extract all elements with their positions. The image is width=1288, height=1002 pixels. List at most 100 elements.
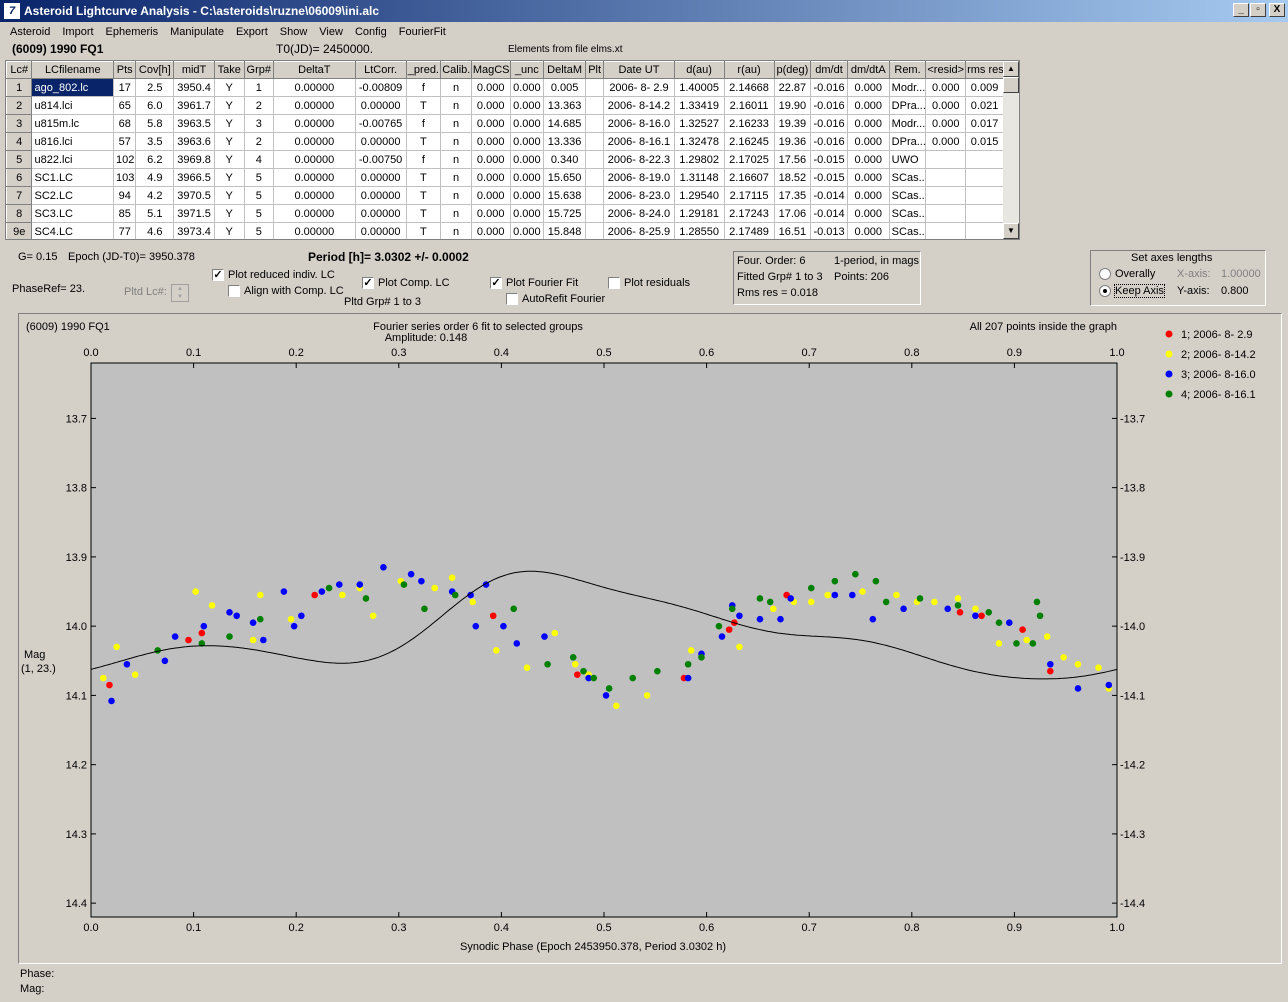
table-cell[interactable]: 0.00000 (273, 132, 356, 151)
table-cell[interactable] (585, 96, 605, 115)
table-cell[interactable]: 1.33419 (674, 96, 725, 115)
table-cell[interactable]: 17.35 (774, 186, 812, 205)
column-header[interactable]: LtCorr. (354, 61, 407, 79)
table-cell[interactable]: 0.00000 (355, 204, 407, 223)
table-cell[interactable]: u815m.lc (31, 114, 115, 133)
table-cell[interactable]: Modr... (889, 78, 927, 97)
table-cell[interactable]: 0.00000 (273, 96, 356, 115)
table-cell[interactable]: 0.000 (510, 114, 545, 133)
table-row[interactable]: 7 SC2.LC 94 4.2 3970.5 Y 5 0.00000 0.00000 Tn 0.00… (6, 186, 1004, 205)
table-cell[interactable]: 14.685 (543, 114, 586, 133)
table-cell[interactable]: 5 (244, 222, 275, 239)
row-header[interactable]: 3 (6, 114, 33, 133)
table-cell[interactable]: Y (214, 96, 245, 115)
table-cell[interactable]: 1 (244, 78, 275, 97)
table-cell[interactable]: Y (214, 186, 245, 205)
table-row[interactable]: 1 ago_802.lc 17 2.5 3950.4 Y 1 0.00000 -0.00809 f… (6, 78, 1004, 97)
table-cell[interactable]: Y (214, 150, 245, 169)
table-row[interactable]: 2 u814.lci 65 6.0 3961.7 Y 2 0.00000 0.00000 Tn 0.… (6, 96, 1004, 115)
table-cell[interactable]: -0.00750 (355, 150, 407, 169)
table-cell[interactable]: 94 (113, 186, 137, 205)
table-cell[interactable]: 0.000 (510, 150, 545, 169)
table-cell[interactable]: -0.016 (810, 96, 848, 115)
table-cell[interactable] (925, 186, 967, 205)
table-cell[interactable]: 5.8 (135, 114, 175, 133)
table-cell[interactable]: 0.000 (925, 78, 967, 97)
table-cell[interactable]: 77 (113, 222, 137, 239)
table-cell[interactable]: n (440, 186, 472, 205)
menu-ephemeris[interactable]: Ephemeris (100, 26, 165, 38)
table-cell[interactable]: 0.00000 (273, 78, 356, 97)
table-cell[interactable]: 0.00000 (355, 168, 407, 187)
table-cell[interactable]: 6.2 (135, 150, 175, 169)
table-cell[interactable]: 0.000 (847, 150, 890, 169)
table-cell[interactable]: 2 (244, 96, 275, 115)
table-cell[interactable]: 0.017 (965, 114, 1004, 133)
table-cell[interactable]: 13.336 (543, 132, 586, 151)
table-cell[interactable] (965, 204, 1004, 223)
table-cell[interactable]: 0.000 (471, 78, 511, 97)
column-header[interactable]: Lc# (6, 61, 33, 79)
minimize-button[interactable]: _ (1233, 3, 1249, 17)
table-cell[interactable]: T (406, 204, 442, 223)
table-cell[interactable]: DPra... (889, 96, 927, 115)
table-row[interactable]: 5 u822.lci 102 6.2 3969.8 Y 4 0.00000 -0.00750 f n… (6, 150, 1004, 169)
row-header[interactable]: 8 (6, 204, 33, 223)
menu-view[interactable]: View (313, 26, 349, 38)
table-cell[interactable]: 2006- 8-14.2 (603, 96, 675, 115)
table-cell[interactable]: 2.5 (135, 78, 175, 97)
table-cell[interactable]: -0.015 (810, 168, 848, 187)
table-cell[interactable]: SC4.LC (31, 222, 115, 239)
table-cell[interactable]: 0.00000 (355, 96, 407, 115)
table-cell[interactable]: 2006- 8-24.0 (603, 204, 675, 223)
table-cell[interactable]: 5 (244, 204, 275, 223)
table-cell[interactable]: 0.000 (510, 186, 545, 205)
table-cell[interactable]: 0.00000 (273, 204, 356, 223)
table-cell[interactable]: 0.021 (965, 96, 1004, 115)
table-cell[interactable]: 68 (113, 114, 137, 133)
table-cell[interactable]: u814.lci (31, 96, 115, 115)
table-cell[interactable]: 0.005 (543, 78, 586, 97)
table-cell[interactable]: T (406, 222, 442, 239)
table-row[interactable]: 8 SC3.LC 85 5.1 3971.5 Y 5 0.00000 0.00000 Tn 0.00… (6, 204, 1004, 223)
table-cell[interactable]: 3961.7 (173, 96, 215, 115)
table-cell[interactable]: 3971.5 (173, 204, 215, 223)
table-cell[interactable]: 65 (113, 96, 137, 115)
table-cell[interactable]: SC2.LC (31, 186, 115, 205)
table-cell[interactable]: 0.000 (510, 204, 545, 223)
row-header[interactable]: 6 (6, 168, 33, 187)
close-button[interactable]: X (1269, 3, 1285, 17)
table-cell[interactable]: 17.06 (774, 204, 812, 223)
column-header[interactable]: Date UT (603, 61, 675, 79)
table-cell[interactable]: 1.32478 (674, 132, 725, 151)
column-header[interactable]: MagCS (470, 61, 511, 79)
table-cell[interactable]: 2006- 8-19.0 (603, 168, 675, 187)
table-cell[interactable]: 2006- 8-16.1 (603, 132, 675, 151)
table-row[interactable]: 3 u815m.lc 68 5.8 3963.5 Y 3 0.00000 -0.00765 f n 0… (6, 114, 1004, 133)
table-cell[interactable] (925, 222, 967, 239)
column-header[interactable]: DeltaM (543, 61, 586, 79)
column-header[interactable]: midT (173, 61, 215, 79)
lightcurve-chart[interactable]: (6009) 1990 FQ1 Fourier series order 6 f… (19, 314, 1281, 963)
table-cell[interactable]: 0.000 (847, 132, 890, 151)
table-cell[interactable]: 0.000 (510, 96, 545, 115)
table-cell[interactable]: -0.016 (810, 78, 848, 97)
table-cell[interactable]: 0.000 (847, 114, 890, 133)
table-cell[interactable]: 0.340 (543, 150, 586, 169)
table-cell[interactable]: -0.013 (810, 222, 848, 239)
table-cell[interactable]: 0.009 (965, 78, 1004, 97)
table-cell[interactable]: 2.16011 (724, 96, 775, 115)
table-cell[interactable]: 0.000 (847, 168, 890, 187)
table-cell[interactable]: 3.5 (135, 132, 175, 151)
table-cell[interactable]: 0.00000 (273, 150, 356, 169)
table-cell[interactable]: 1.29181 (674, 204, 725, 223)
lightcurve-plot-panel[interactable]: (6009) 1990 FQ1 Fourier series order 6 f… (18, 313, 1282, 964)
row-header[interactable]: 7 (6, 186, 33, 205)
table-cell[interactable]: 4.6 (135, 222, 175, 239)
table-cell[interactable]: 0.00000 (273, 186, 356, 205)
plot-residuals-checkbox[interactable]: Plot residuals (608, 277, 690, 289)
table-cell[interactable]: 3 (244, 114, 275, 133)
table-cell[interactable]: 15.650 (543, 168, 586, 187)
table-cell[interactable]: SCas... (889, 222, 927, 239)
table-cell[interactable]: 0.000 (471, 168, 511, 187)
